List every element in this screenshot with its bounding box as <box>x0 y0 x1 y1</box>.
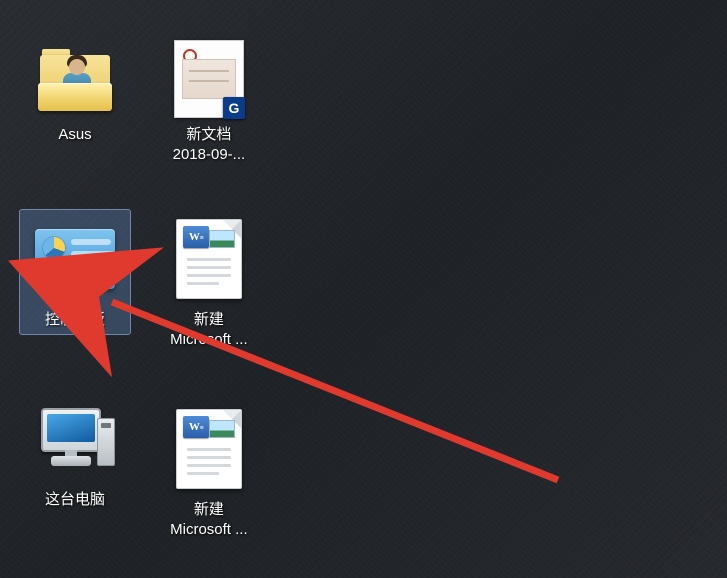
word-document-icon: W≡ <box>169 404 249 494</box>
computer-icon <box>35 404 115 484</box>
icon-label: 新建 Microsoft ... <box>170 310 248 351</box>
icon-label: Asus <box>58 125 91 145</box>
app-badge-icon: G <box>223 97 245 119</box>
desktop-icon-word-doc-1[interactable]: W≡ 新建 Microsoft ... <box>144 210 274 400</box>
desktop-icon-scan-document[interactable]: G 新文档 2018-09-... <box>144 35 274 210</box>
desktop-icon-asus[interactable]: Asus <box>10 35 140 210</box>
word-document-icon: W≡ <box>169 214 249 304</box>
folder-user-icon <box>35 39 115 119</box>
icon-label: 新文档 2018-09-... <box>173 125 246 166</box>
icon-label: 这台电脑 <box>45 490 105 510</box>
icon-label: 新建 Microsoft ... <box>170 500 248 541</box>
control-panel-icon <box>35 214 115 304</box>
scanned-document-icon: G <box>169 39 249 119</box>
desktop-icon-this-pc[interactable]: 这台电脑 <box>10 400 140 575</box>
desktop-icon-grid: Asus <box>10 35 274 575</box>
desktop-icon-control-panel[interactable]: 控制面板 <box>10 210 140 400</box>
desktop[interactable]: Asus <box>0 0 727 578</box>
desktop-icon-word-doc-2[interactable]: W≡ 新建 Microsoft ... <box>144 400 274 575</box>
icon-label: 控制面板 <box>45 310 105 330</box>
